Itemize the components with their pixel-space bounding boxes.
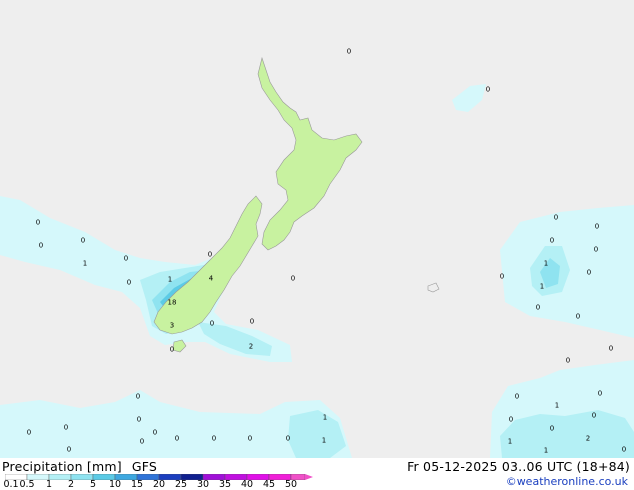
legend-tick-labels: 0.1 0.5 1 2 5 10 15 20 25 30 35 40 45 50 xyxy=(0,480,340,490)
map-value-label: 18 xyxy=(168,299,177,307)
map-value-label: 0 xyxy=(286,435,290,443)
legend-tick-label: 20 xyxy=(152,479,166,490)
map-value-label: 0 xyxy=(67,446,71,454)
map-value-label: 0 xyxy=(594,246,598,254)
map-value-label: 1 xyxy=(323,414,327,422)
legend-tick-label: 25 xyxy=(174,479,188,490)
map-value-label: 0 xyxy=(170,346,174,354)
legend-tick-label: 45 xyxy=(262,479,276,490)
legend-tick-label: 30 xyxy=(196,479,210,490)
legend-tick-label: 0.5 xyxy=(19,479,35,490)
map-value-label: 0 xyxy=(291,275,295,283)
map-value-label: 0 xyxy=(248,435,252,443)
map-value-label: 0 xyxy=(140,438,144,446)
valid-time: Fr 05-12-2025 03..06 UTC (18+84) xyxy=(407,459,630,474)
legend-tick-label: 0.1 xyxy=(3,479,19,490)
map-value-label: 0 xyxy=(210,320,214,328)
map-value-label: 1 xyxy=(168,276,172,284)
map-value-label: 0 xyxy=(566,357,570,365)
map-value-label: 1 xyxy=(555,402,559,410)
map-value-label: 1 xyxy=(544,447,548,455)
map-value-label: 0 xyxy=(550,425,554,433)
precipitation-map[interactable]: 0 0 0 0 0 1 0 0 1 0 4 18 3 0 0 0 2 0 0 0 0 0 1 0 0 1 0 0 0 0 0 0 0 1 0 0 0 0 1… xyxy=(0,0,634,458)
map-value-label: 0 xyxy=(153,429,157,437)
map-value-label: 0 xyxy=(175,435,179,443)
map-value-label: 0 xyxy=(554,214,558,222)
map-value-label: 0 xyxy=(127,279,131,287)
legend-tick-label: 35 xyxy=(218,479,232,490)
legend-tick-label: 5 xyxy=(89,479,97,490)
map-value-label: 0 xyxy=(347,48,351,56)
map-value-label: 0 xyxy=(509,416,513,424)
map-value-label: 0 xyxy=(536,304,540,312)
map-value-label: 0 xyxy=(550,237,554,245)
map-value-label: 1 xyxy=(540,283,544,291)
map-value-label: 0 xyxy=(64,424,68,432)
map-value-label: 0 xyxy=(137,416,141,424)
map-value-label: 2 xyxy=(249,343,253,351)
legend-tick-label: 10 xyxy=(108,479,122,490)
title-text: Precipitation [mm] xyxy=(2,459,122,474)
legend-tick-label: 15 xyxy=(130,479,144,490)
map-title: Precipitation [mm] GFS xyxy=(2,459,157,474)
map-value-label: 2 xyxy=(586,435,590,443)
legend-tick-label: 2 xyxy=(67,479,75,490)
legend-tick-label: 50 xyxy=(284,479,298,490)
legend-tick-label: 1 xyxy=(45,479,53,490)
footer: Precipitation [mm] GFS Fr 05-12-2025 03..… xyxy=(0,458,634,490)
map-value-label: 0 xyxy=(609,345,613,353)
map-value-label: 0 xyxy=(39,242,43,250)
map-value-label: 0 xyxy=(208,251,212,259)
map-value-label: 0 xyxy=(81,237,85,245)
map-value-label: 0 xyxy=(592,412,596,420)
map-value-label: 1 xyxy=(83,260,87,268)
map-value-label: 0 xyxy=(576,313,580,321)
map-value-label: 0 xyxy=(595,223,599,231)
legend-tick-label: 40 xyxy=(240,479,254,490)
map-canvas: 0 0 0 0 0 1 0 0 1 0 4 18 3 0 0 0 2 0 0 0 0 0 1 0 0 1 0 0 0 0 0 0 0 1 0 0 0 0 1… xyxy=(0,0,634,458)
map-value-label: 1 xyxy=(544,260,548,268)
map-value-label: 0 xyxy=(500,273,504,281)
map-value-label: 1 xyxy=(508,438,512,446)
map-value-label: 0 xyxy=(587,269,591,277)
map-value-label: 1 xyxy=(322,437,326,445)
map-value-label: 0 xyxy=(136,393,140,401)
map-value-label: 0 xyxy=(124,255,128,263)
map-value-label: 0 xyxy=(36,219,40,227)
map-value-label: 0 xyxy=(622,446,626,454)
model-name: GFS xyxy=(131,459,158,474)
map-value-label: 0 xyxy=(598,390,602,398)
map-value-label: 4 xyxy=(209,275,214,283)
map-value-label: 3 xyxy=(170,322,174,330)
map-value-label: 0 xyxy=(27,429,31,437)
map-value-label: 0 xyxy=(515,393,519,401)
map-value-label: 0 xyxy=(250,318,254,326)
map-value-label: 0 xyxy=(212,435,216,443)
credit-link[interactable]: ©weatheronline.co.uk xyxy=(506,475,628,488)
map-value-label: 0 xyxy=(486,86,490,94)
